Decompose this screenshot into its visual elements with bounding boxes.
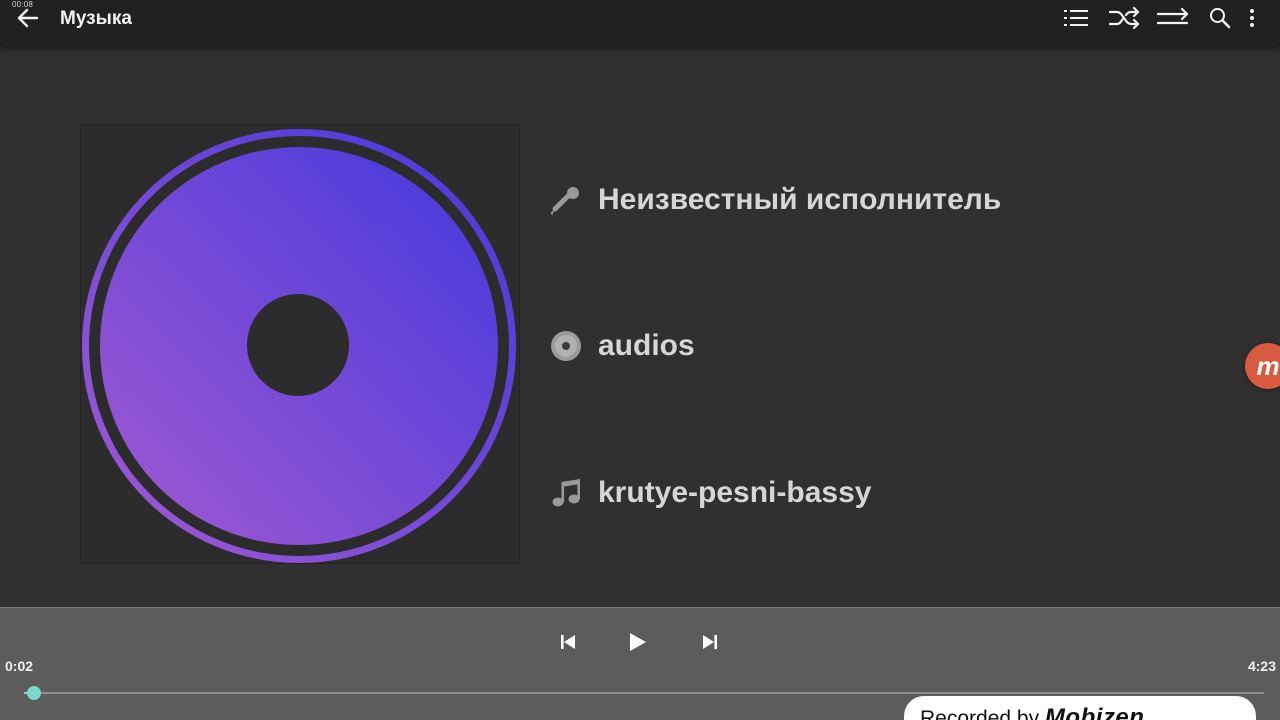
action-bar: 00:08 Музыка — [0, 0, 1280, 46]
title-row: krutye-pesni-bassy — [550, 471, 871, 515]
search-icon — [1210, 8, 1231, 29]
album-row: audios — [550, 324, 695, 368]
track-title: krutye-pesni-bassy — [598, 476, 872, 509]
album-disc-icon — [550, 330, 582, 362]
album-art — [80, 124, 520, 564]
seek-thumb[interactable] — [26, 686, 41, 700]
artist-name: Неизвестный исполнитель — [598, 183, 1002, 216]
playlist-button[interactable] — [1062, 5, 1090, 31]
app-title: Музыка — [60, 8, 132, 29]
next-button[interactable] — [692, 628, 728, 656]
back-button[interactable] — [14, 6, 42, 30]
microphone-icon — [550, 184, 582, 216]
elapsed-time: 0:02 — [5, 658, 34, 674]
search-button[interactable] — [1206, 5, 1234, 31]
skip-next-icon — [703, 635, 717, 649]
repeat-icon — [1157, 8, 1189, 25]
floating-recorder-button[interactable]: m — [1245, 343, 1280, 389]
more-vert-icon — [1250, 9, 1254, 27]
list-icon — [1064, 10, 1088, 26]
watermark-prefix: Recorded by — [920, 707, 1040, 720]
seek-bar[interactable] — [24, 692, 1264, 694]
repeat-button[interactable] — [1156, 5, 1190, 31]
skip-previous-icon — [561, 635, 575, 649]
play-button[interactable] — [620, 628, 656, 656]
badge-letter: m — [1256, 350, 1280, 381]
album-name: audios — [598, 329, 695, 362]
artist-row: Неизвестный исполнитель — [550, 178, 1001, 222]
shuffle-button[interactable] — [1108, 5, 1142, 31]
more-options-button[interactable] — [1242, 5, 1262, 31]
total-duration: 4:23 — [1247, 658, 1276, 674]
play-icon — [630, 633, 646, 651]
music-note-icon — [550, 477, 582, 509]
previous-button[interactable] — [550, 628, 586, 656]
music-player-screen: 00:08 Музыка Неизвестный исполнитель aud… — [0, 0, 1280, 720]
disc-icon — [82, 129, 516, 563]
watermark-brand: Mobizen — [1044, 704, 1145, 720]
shuffle-icon — [1109, 7, 1140, 29]
recorder-watermark: Recorded by Mobizen — [904, 696, 1256, 720]
arrow-back-icon — [17, 8, 39, 28]
